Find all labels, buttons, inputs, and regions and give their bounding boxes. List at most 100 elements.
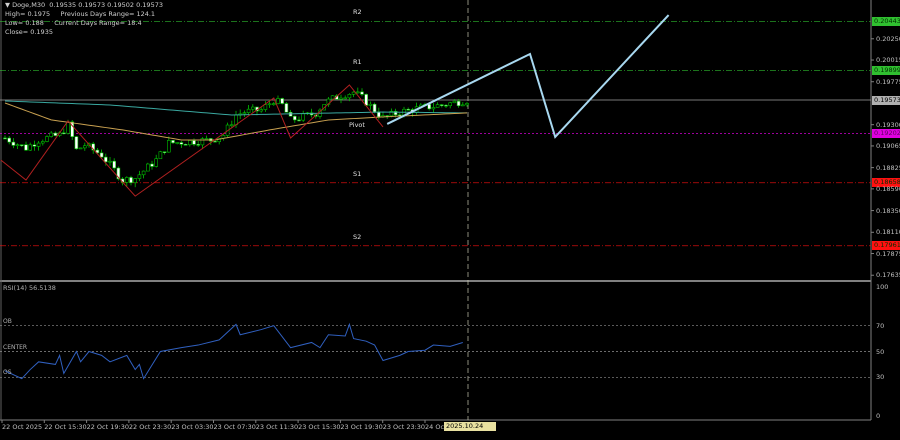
level-tag-r1: 0.19899 [872,66,900,76]
candle-bull [141,170,146,176]
time-axis-label: 23 Oct 11:30 [255,423,299,431]
candle-bear [364,94,369,106]
rsi-axis-label: 50 [876,347,885,356]
cursor-time-label: 2025.10.24 07:30 [444,422,496,439]
candle-bull [15,144,20,147]
candle-bull [251,106,255,110]
forecast-line [386,14,670,139]
candle-bull [452,100,457,104]
candle-bull [125,177,129,183]
candle-bear [32,144,37,147]
candle-bull [263,104,268,110]
candle-bull [49,132,54,137]
candle-bull [154,158,158,167]
candle-bull [347,93,352,99]
candle-bull [83,145,87,149]
candle-bull [355,91,360,94]
candle-bear [213,140,217,143]
time-axis-label: 22 Oct 23:30 [128,423,172,431]
candle-bear [112,160,116,169]
candle-bull [276,98,280,104]
candle-bear [444,104,448,107]
candle-bear [61,132,66,135]
candle-bear [280,98,285,104]
symbol-info: ▼ Doge,M30 0.19535 0.19573 0.19502 0.195… [5,1,163,9]
candle-bull [66,121,70,134]
time-axis-label: 22 Oct 2025 [2,423,43,431]
candle-bull [146,163,150,172]
candle-bull [175,142,179,144]
candle-bull [158,151,163,160]
candle-bear [162,151,167,153]
candle-bull [45,136,49,142]
candle-bear [192,140,196,145]
price-axis-label: 0.20015 [876,56,900,65]
candle-bear [292,115,297,121]
price-axis-label: 0.18590 [876,184,900,193]
candle-bear [406,108,411,111]
candle-bear [24,144,28,151]
candle-bull [246,108,251,114]
candle-bull [465,103,469,106]
time-axis-label: 23 Oct 07:30 [213,423,256,431]
candle-bull [137,174,142,179]
rsi-axis-label: 0 [876,412,881,420]
rsi-level-label: OS [3,369,12,377]
symbol-ohlc: Doge,M30 0.19535 0.19573 0.19502 0.19573 [12,1,163,9]
candle-bull [351,91,356,95]
candle-bear [183,144,188,146]
price-axis-label: 0.17875 [876,249,900,258]
candle-bull [242,112,247,115]
candle-bull [36,142,41,147]
candle-bear [3,137,7,140]
candle-bull [267,103,272,106]
candle-bull [28,144,33,151]
rsi-axis-label: 70 [876,321,885,330]
candle-bull [431,107,436,110]
level-label-s2: S2 [353,232,362,241]
rsi-axis-label: 30 [876,373,885,382]
time-axis-label: 22 Oct 15:30 [44,423,87,431]
candle-bull [368,103,373,106]
low-info: Low= 0.188 Current Days Range= 18.4 [5,19,142,27]
candle-bear [171,140,175,144]
level-tag-r2: 0.20443 [872,16,900,26]
candle-bull [448,102,453,106]
candle-bull [230,124,234,127]
candle-bull [108,160,112,163]
candle-bear [150,163,154,167]
level-label-r2: R2 [353,8,362,17]
rsi-level-label: OB [3,317,12,325]
candle-bear [439,104,444,106]
candle-bull [40,141,45,144]
level-label-r1: R1 [353,57,362,66]
candle-bear [297,119,301,122]
candle-bear [456,100,461,107]
chart-window[interactable]: ▼ Doge,M30 0.19535 0.19573 0.19502 0.195… [0,0,900,439]
candle-bear [129,177,133,184]
time-axis-label: 22 Oct 19:30 [86,423,129,431]
high-info: High= 0.1975 Previous Days Range= 124.1 [5,10,156,18]
level-tag-pivot: 0.19202 [872,129,900,139]
candle-bull [259,109,264,112]
price-chart-canvas[interactable] [0,0,900,435]
time-axis-label: 23 Oct 19:30 [340,423,383,431]
candle-bear [11,141,16,146]
time-axis-label: 23 Oct 15:30 [298,423,341,431]
candle-bear [74,136,79,150]
price-axis-label: 0.18350 [876,206,900,215]
price-axis-label: 0.17635 [876,271,900,280]
candle-bull [204,138,209,140]
price-axis-label: 0.19775 [876,77,900,86]
candle-bear [19,144,24,147]
candle-bull [339,97,343,100]
current-price-tag: 0.19573 [872,95,900,105]
level-label-pivot: Pivot [349,120,365,129]
candle-bull [78,147,83,150]
candle-bear [284,103,289,113]
level-label-s1: S1 [353,169,362,178]
candle-bear [360,91,364,95]
zigzag-line [0,84,384,197]
candle-bull [234,114,238,126]
candle-bull [343,97,348,100]
